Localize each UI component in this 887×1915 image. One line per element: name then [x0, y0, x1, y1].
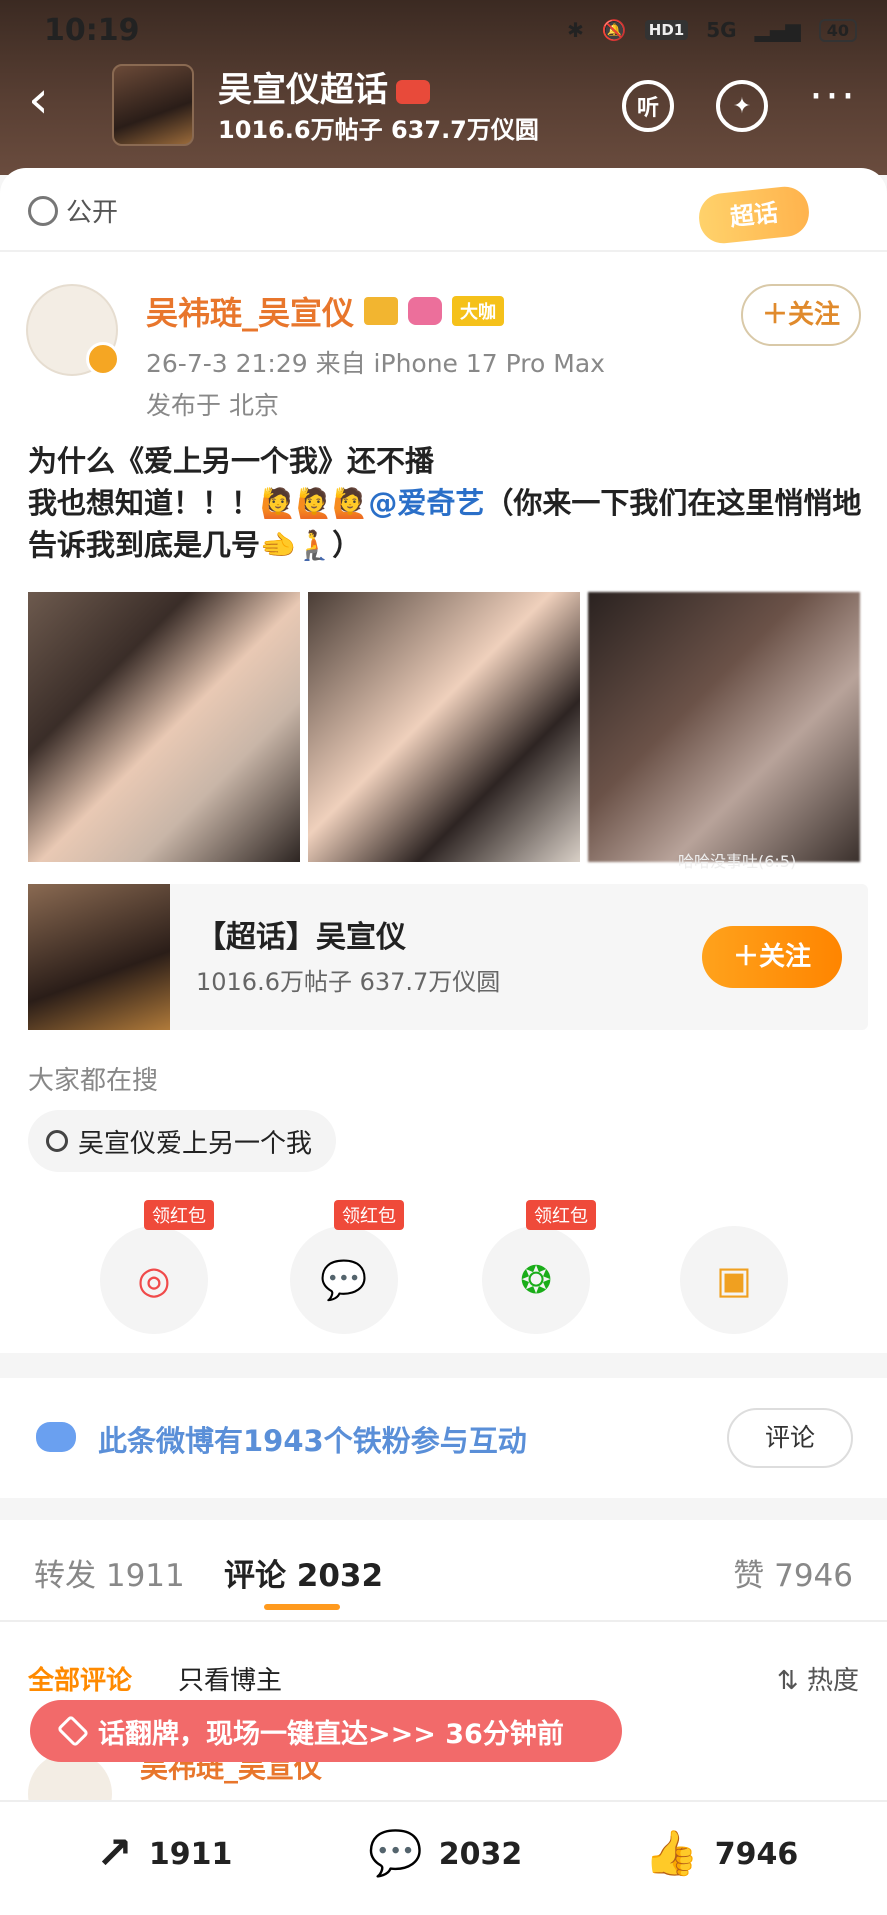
mention-link[interactable]: @爱奇艺 [368, 486, 484, 520]
post-text-line: 我也想知道！！！🙋🙋🙋@爱奇艺（你来一下我们在这里悄悄地告诉我到底是几号🫲🧎） [28, 482, 868, 566]
wechat-icon: 💬 [320, 1257, 368, 1302]
bottom-action-bar: ↗ 1911 💬 2032 👍 7946 [0, 1800, 887, 1915]
signal-icon: ▂▄▆ [754, 18, 801, 42]
comment-icon: 💬 [368, 1828, 423, 1879]
topic-follow-button[interactable]: ＋关注 [702, 926, 842, 988]
author-avatar[interactable] [26, 284, 120, 376]
topic-stats: 1016.6万帖子 637.7万仪圆 [218, 116, 539, 144]
diamond-icon [56, 1714, 90, 1748]
topic-cover-image[interactable] [112, 64, 194, 146]
post-location: 发布于 北京 [146, 391, 279, 420]
topic-title: 吴宣仪超话 [218, 62, 430, 111]
redpack-badge: 领红包 [334, 1200, 404, 1230]
save-image-icon: ▣ [716, 1258, 752, 1302]
sort-icon: ⇅ [776, 1666, 807, 1696]
fan-icon [36, 1422, 76, 1452]
weibo-search-icon: ◎ [137, 1258, 171, 1302]
like-count: 7946 [714, 1836, 799, 1872]
listen-icon[interactable]: 听 [622, 80, 674, 132]
photo-caption: 哈哈没事吐(6:5) [678, 852, 797, 871]
share-row: 领红包 ◎ 领红包 💬 领红包 ❂ ▣ [0, 1200, 887, 1334]
wechat-share-button[interactable]: 领红包 💬 [290, 1200, 404, 1334]
post-text-segment: 我也想知道！！！🙋🙋🙋 [28, 486, 369, 520]
topic-title-text: 吴宣仪超话 [218, 70, 388, 110]
fan-level-icon [408, 297, 443, 325]
tab-repost[interactable]: 转发 1911 [34, 1550, 185, 1595]
sort-hot[interactable]: ⇅ 热度 [777, 1660, 859, 1697]
post-meta: 26-7-3 21:29 来自 iPhone 17 Pro Max [146, 349, 605, 378]
chaohua-tag[interactable]: 超话 [696, 184, 812, 246]
hd-badge: HD1 [644, 20, 689, 40]
status-time: 10:19 [44, 12, 140, 48]
author-name[interactable]: 吴祎琏_吴宣仪 [146, 288, 354, 334]
battery-indicator: 40 [818, 18, 857, 42]
tab-like[interactable]: 赞 7946 [733, 1550, 853, 1595]
active-tab-indicator [264, 1604, 340, 1610]
bluetooth-icon: ✱ [567, 18, 584, 42]
post-photo[interactable] [28, 592, 300, 862]
weibo-search-share-button[interactable]: 领红包 ◎ [100, 1200, 214, 1334]
hot-search-chip[interactable]: 吴宣仪爱上另一个我 [28, 1110, 337, 1172]
topic-header: 10:19 ✱ 🔕 HD1 5G ▂▄▆ 40 ‹ 吴宣仪超话 1016.6万帖… [0, 0, 887, 175]
more-icon[interactable]: ··· [809, 75, 857, 119]
visibility-text: 公开 [66, 198, 119, 228]
search-icon[interactable]: ✦ [716, 80, 768, 132]
fan-text: 此条微博有1943个铁粉参与互动 [98, 1424, 527, 1458]
post-text-line: 为什么《爱上另一个我》还不播 [28, 444, 435, 478]
post-card: 公开 超话 吴祎琏_吴宣仪 大咖 26-7-3 21:29 来自 iPhone … [0, 168, 887, 1353]
post-tabs: 转发 1911 评论 2032 赞 7946 [0, 1520, 887, 1622]
share-icon: ↗ [96, 1828, 133, 1879]
like-button[interactable]: 👍 7946 [644, 1832, 798, 1876]
follow-author-button[interactable]: ＋关注 [741, 284, 861, 346]
live-toast[interactable]: 话翻牌，现场一键直达>>> 36分钟前 [30, 1700, 622, 1762]
topic-card-title: 【超话】吴宣仪 [196, 920, 406, 955]
save-image-button[interactable]: ▣ [680, 1226, 788, 1334]
visibility-label: 公开 [28, 192, 118, 229]
post-photo[interactable] [308, 592, 580, 862]
topic-card[interactable]: 【超话】吴宣仪 1016.6万帖子 637.7万仪圆 ＋关注 [28, 884, 868, 1030]
big-v-badge: 大咖 [452, 296, 505, 326]
topic-card-cover [28, 884, 170, 1030]
divider [0, 250, 887, 252]
hot-search-label: 大家都在搜 [28, 1066, 159, 1096]
fan-interaction-bar: 此条微博有1943个铁粉参与互动 评论 [0, 1378, 887, 1498]
redpack-badge: 领红包 [144, 1200, 214, 1230]
moments-share-button[interactable]: 领红包 ❂ [482, 1200, 596, 1334]
search-icon [46, 1130, 68, 1152]
hot-search-text: 吴宣仪爱上另一个我 [78, 1128, 313, 1159]
toast-text: 话翻牌，现场一键直达>>> 36分钟前 [98, 1718, 564, 1750]
fan-comment-button[interactable]: 评论 [727, 1408, 853, 1468]
sort-label: 热度 [806, 1666, 859, 1696]
network-label: 5G [706, 18, 737, 42]
mute-icon: 🔕 [601, 18, 627, 42]
back-icon[interactable]: ‹ [28, 74, 49, 126]
globe-icon [28, 195, 58, 226]
repost-count: 1911 [148, 1836, 233, 1872]
filter-owner-only[interactable]: 只看博主 [178, 1660, 282, 1697]
filter-all-comments[interactable]: 全部评论 [28, 1660, 132, 1697]
repost-button[interactable]: ↗ 1911 [96, 1832, 232, 1876]
post-photo[interactable] [588, 592, 860, 862]
redpack-badge: 领红包 [526, 1200, 596, 1230]
thumbs-up-icon: 👍 [644, 1828, 699, 1879]
topic-card-stats: 1016.6万帖子 637.7万仪圆 [196, 968, 501, 996]
status-bar: 10:19 ✱ 🔕 HD1 5G ▂▄▆ 40 [44, 10, 857, 50]
level-badge-icon [396, 79, 430, 104]
comment-button[interactable]: 💬 2032 [368, 1832, 522, 1876]
tab-comment[interactable]: 评论 2032 [224, 1550, 383, 1595]
author-line: 吴祎琏_吴宣仪 大咖 [146, 288, 505, 334]
listen-label: 听 [636, 96, 659, 121]
crown-icon [364, 297, 399, 325]
comment-count: 2032 [438, 1836, 523, 1872]
moments-icon: ❂ [520, 1258, 552, 1302]
status-icons: ✱ 🔕 HD1 5G ▂▄▆ 40 [567, 18, 857, 42]
post-text: 为什么《爱上另一个我》还不播 我也想知道！！！🙋🙋🙋@爱奇艺（你来一下我们在这里… [28, 440, 868, 566]
